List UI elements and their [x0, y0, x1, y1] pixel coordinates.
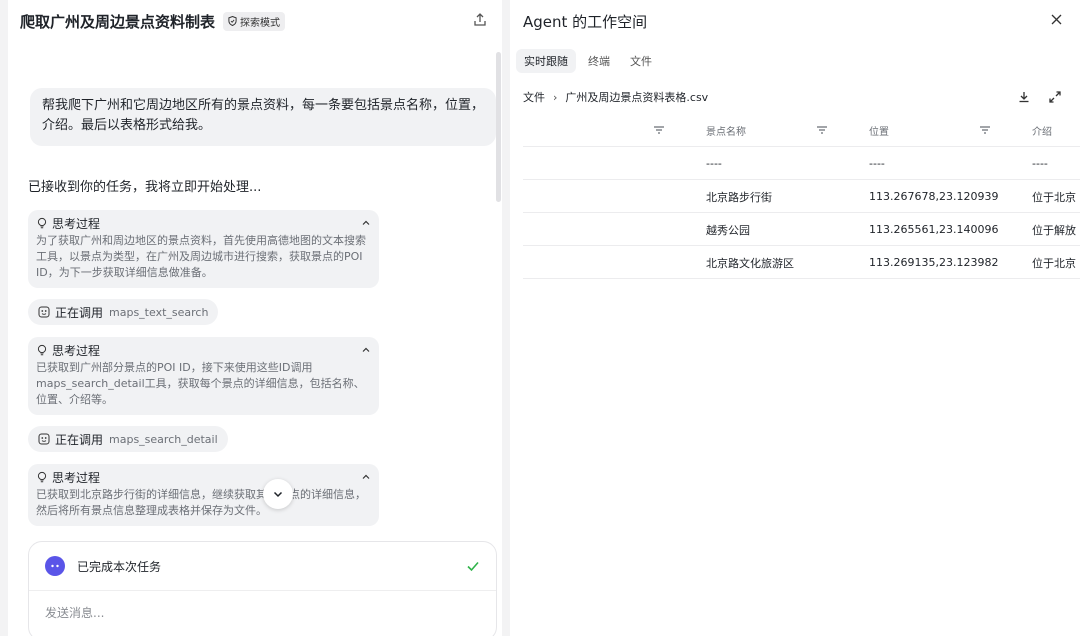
lightbulb-icon: [37, 344, 47, 356]
task-status-row: 已完成本次任务: [45, 556, 480, 576]
chevron-up-icon[interactable]: [361, 345, 371, 355]
thinking-block[interactable]: 思考过程 已获取到广州部分景点的POI ID，接下来使用这些ID调用maps_s…: [28, 337, 379, 415]
explore-mode-badge[interactable]: 探索模式: [223, 11, 286, 31]
table-row[interactable]: 北京路文化旅游区 113.269135,23.123982 位于北京: [523, 246, 1080, 279]
check-icon: [467, 561, 479, 572]
table-cell: 越秀公园: [706, 223, 750, 237]
breadcrumb-separator-icon: ›: [553, 90, 558, 104]
breadcrumb-root[interactable]: 文件: [523, 89, 545, 105]
chat-header: 爬取广州及周边景点资料制表 探索模式: [20, 10, 488, 32]
table-row[interactable]: ---- ---- ----: [523, 147, 1080, 180]
table-cell: 113.267678,23.120939: [869, 190, 999, 203]
table-cell: 113.265561,23.140096: [869, 223, 999, 236]
expand-icon[interactable]: [1048, 90, 1062, 104]
tool-call-name: maps_text_search: [109, 305, 209, 319]
tab-files[interactable]: 文件: [622, 49, 660, 73]
table-cell: 北京路步行街: [706, 190, 772, 204]
filter-icon[interactable]: [979, 125, 991, 135]
close-icon[interactable]: [1050, 13, 1063, 26]
share-icon[interactable]: [472, 12, 488, 28]
table-header-cell: 位置: [869, 127, 889, 138]
tool-icon: [38, 306, 50, 318]
lightbulb-icon: [37, 471, 47, 483]
breadcrumb: 文件 › 广州及周边景点资料表格.csv: [523, 89, 708, 105]
tab-live-follow[interactable]: 实时跟随: [516, 49, 576, 73]
shield-icon: [228, 16, 237, 26]
table-cell: 北京路文化旅游区: [706, 256, 794, 270]
tool-icon: [38, 433, 50, 445]
table-cell: ----: [706, 157, 722, 170]
chat-scrollbar[interactable]: [496, 52, 501, 202]
table-header-row: 景点名称 位置 介绍: [523, 114, 1080, 147]
tool-call-chip[interactable]: 正在调用 maps_text_search: [28, 299, 219, 325]
tool-call-name: maps_search_detail: [109, 432, 218, 446]
table-row[interactable]: 北京路步行街 113.267678,23.120939 位于北京: [523, 180, 1080, 213]
table-header-cell: 介绍: [1032, 127, 1052, 138]
tab-terminal[interactable]: 终端: [580, 49, 618, 73]
chevron-down-icon: [273, 491, 283, 498]
thinking-title: 思考过程: [52, 470, 101, 485]
agent-avatar-icon: [45, 556, 65, 576]
tool-call-label: 正在调用: [55, 305, 104, 320]
table-cell: 113.269135,23.123982: [869, 256, 999, 269]
message-input[interactable]: [45, 606, 465, 620]
thinking-title: 思考过程: [52, 343, 101, 358]
csv-table: 景点名称 位置 介绍 ---- ---- ---- 北京路步行街 113.267…: [523, 114, 1080, 279]
table-header-cell: 景点名称: [706, 127, 746, 138]
tool-call-chip[interactable]: 正在调用 maps_search_detail: [28, 426, 228, 452]
table-cell: ----: [1032, 157, 1048, 170]
breadcrumb-file: 广州及周边景点资料表格.csv: [565, 91, 709, 104]
thinking-block[interactable]: 思考过程 已获取到北京路步行街的详细信息，继续获取其他景点的详细信息，然后将所有…: [28, 464, 379, 526]
table-cell: 位于北京: [1032, 256, 1076, 270]
thinking-text: 已获取到北京路步行街的详细信息，继续获取其他景点的详细信息，然后将所有景点信息整…: [36, 488, 366, 517]
download-icon[interactable]: [1017, 90, 1031, 104]
workspace-panel: Agent 的工作空间 实时跟随 终端 文件 文件 › 广州及周边景点资料表格.…: [510, 0, 1080, 636]
filter-icon[interactable]: [816, 125, 828, 135]
tool-call-label: 正在调用: [55, 432, 104, 447]
agent-ack-text: 已接收到你的任务，我将立即开始处理...: [28, 180, 262, 195]
thinking-title: 思考过程: [52, 216, 101, 231]
divider: [29, 590, 496, 591]
task-status-text: 已完成本次任务: [77, 559, 162, 574]
thinking-text: 已获取到广州部分景点的POI ID，接下来使用这些ID调用maps_search…: [36, 361, 365, 406]
message-composer: 已完成本次任务: [28, 541, 497, 636]
badge-label: 探索模式: [240, 17, 281, 29]
table-row[interactable]: 越秀公园 113.265561,23.140096 位于解放: [523, 213, 1080, 246]
chevron-up-icon[interactable]: [361, 218, 371, 228]
filter-icon[interactable]: [653, 125, 665, 135]
thinking-text: 为了获取广州和周边地区的景点资料，首先使用高德地图的文本搜索工具，以景点为类型，…: [36, 234, 366, 279]
chat-panel: 爬取广州及周边景点资料制表 探索模式 帮我爬下广州和它周边地区所有的景点资料，每…: [8, 0, 502, 636]
lightbulb-icon: [37, 217, 47, 229]
scroll-to-bottom-button[interactable]: [263, 479, 293, 509]
chat-title: 爬取广州及周边景点资料制表: [20, 12, 216, 31]
table-cell: ----: [869, 157, 885, 170]
table-cell: 位于解放: [1032, 223, 1076, 237]
table-cell: 位于北京: [1032, 190, 1076, 204]
chevron-up-icon[interactable]: [361, 472, 371, 482]
workspace-title: Agent 的工作空间: [523, 13, 648, 31]
workspace-tabs: 实时跟随 终端 文件: [516, 49, 660, 73]
user-message-bubble: 帮我爬下广州和它周边地区所有的景点资料，每一条要包括景点名称，位置，介绍。最后以…: [30, 88, 496, 146]
thinking-block[interactable]: 思考过程 为了获取广州和周边地区的景点资料，首先使用高德地图的文本搜索工具，以景…: [28, 210, 379, 288]
